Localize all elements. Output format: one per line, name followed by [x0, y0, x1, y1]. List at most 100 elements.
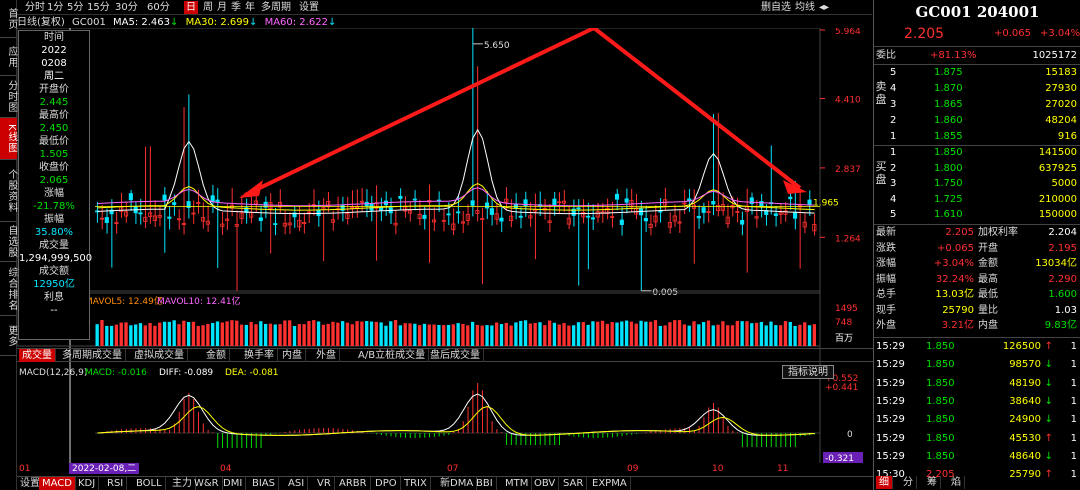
period-tab-4[interactable]: 30分: [113, 1, 140, 14]
panel-tab-0[interactable]: 细: [876, 476, 893, 489]
macd-axis-label: -0.321: [825, 454, 854, 464]
indicator-tab-1[interactable]: MACD: [39, 477, 76, 490]
volume-tab-7[interactable]: A/B立桩成交量: [355, 349, 430, 362]
volume-tab-5[interactable]: 内盘: [279, 349, 306, 362]
stat-label: 量比: [978, 304, 998, 316]
panel-tab-3[interactable]: 焰: [948, 476, 965, 489]
period-tab-8[interactable]: 月: [215, 1, 229, 14]
period-tab-12[interactable]: 设置: [297, 1, 321, 14]
left-tab-4[interactable]: 个股资料: [0, 160, 17, 222]
candle-body: [518, 215, 523, 218]
indicator-tab-9[interactable]: ASI: [285, 477, 309, 490]
level-num: 5: [890, 67, 897, 78]
left-tab-2[interactable]: 分时图: [0, 76, 17, 118]
period-tab-0[interactable]: 分时: [23, 1, 47, 14]
volume-bar: [432, 324, 436, 346]
period-tab-3[interactable]: 15分: [85, 1, 112, 14]
left-tab-6[interactable]: 综合排名: [0, 262, 17, 316]
tick-price: 1.850: [926, 359, 955, 371]
candle-body: [658, 210, 663, 213]
volume-tab-3[interactable]: 金额: [203, 349, 230, 362]
volume-bar: [687, 325, 691, 346]
period-tab-2[interactable]: 5分: [65, 1, 85, 14]
scroll-arrows-icon[interactable]: ◂▸: [817, 1, 831, 14]
indicator-tab-4[interactable]: BOLL: [133, 477, 166, 490]
stock-code: GC001: [72, 17, 106, 28]
volume-bar: [211, 322, 215, 346]
volume-bar: [701, 322, 706, 346]
ma60-value: MA60: 2.622: [264, 17, 328, 28]
volume-tab-4[interactable]: 换手率: [241, 349, 278, 362]
period-tab-5[interactable]: 60分: [145, 1, 172, 14]
stat-label: 现手: [876, 304, 896, 316]
kline-chart[interactable]: 5.9644.4102.8371.2645.6500.0051.965MAVOL…: [17, 28, 873, 488]
left-tab-7[interactable]: 更多: [0, 316, 17, 356]
volume-bar: [750, 323, 754, 346]
indicator-tab-12[interactable]: DPO: [372, 477, 401, 490]
volume-bar: [162, 321, 167, 346]
volume-bar: [485, 325, 489, 346]
indicator-tab-7[interactable]: DMI: [220, 477, 247, 490]
level-price: 1.870: [934, 83, 963, 94]
tick-price: 1.850: [926, 341, 955, 352]
quote-title: GC001 204001: [915, 3, 1040, 21]
candle-body: [701, 207, 706, 213]
candle-body: [484, 202, 490, 209]
indicator-tab-19[interactable]: EXPMA: [589, 477, 631, 490]
volume-tab-1[interactable]: 多周期成交量: [59, 349, 126, 362]
tick-count: 1: [1070, 359, 1077, 371]
indicator-tab-3[interactable]: RSI: [104, 477, 128, 490]
period-tab-9[interactable]: 季: [229, 1, 243, 14]
remove-watchlist-button[interactable]: 删自选: [759, 1, 793, 14]
mavol10-label: MAVOL10: 12.41亿: [157, 295, 241, 307]
level-volume: 15183: [1045, 67, 1077, 78]
volume-tab-6[interactable]: 外盘: [313, 349, 340, 362]
stat-label: 外盘: [876, 320, 896, 331]
panel-tab-1[interactable]: 分: [900, 476, 917, 489]
tick-price: 1.850: [926, 395, 955, 407]
volume-tab-8[interactable]: 盘后成交量: [427, 349, 484, 362]
indicator-tab-6[interactable]: W&R: [191, 477, 223, 490]
left-tab-5[interactable]: 自选股: [0, 222, 17, 262]
indicator-tab-18[interactable]: SAR: [560, 477, 588, 490]
period-tab-11[interactable]: 多周期: [259, 1, 293, 14]
indicator-tab-16[interactable]: MTM: [502, 477, 533, 490]
indicator-tab-8[interactable]: BIAS: [249, 477, 279, 490]
period-tab-6[interactable]: 日: [184, 1, 198, 14]
tick-volume: 98570: [1009, 359, 1041, 371]
indicator-tab-17[interactable]: OBV: [531, 477, 560, 490]
left-tab-1[interactable]: 应用: [0, 38, 17, 76]
info-label: 最低价: [39, 136, 69, 147]
tick-count: 1: [1070, 377, 1077, 389]
indicator-tab-2[interactable]: KDJ: [75, 477, 100, 490]
left-tab-3[interactable]: K线图: [0, 118, 17, 160]
down-arrow-icon: ↓: [1044, 414, 1053, 426]
period-tab-1[interactable]: 1分: [45, 1, 65, 14]
up-arrow-icon: ↑: [1044, 341, 1053, 352]
volume-bar: [451, 324, 455, 346]
indicator-help-button[interactable]: 指标说明: [782, 365, 834, 379]
ma-button[interactable]: 均线: [793, 1, 817, 14]
indicator-tab-15[interactable]: BBI: [473, 477, 497, 490]
candle-body: [624, 198, 629, 203]
indicator-tab-10[interactable]: VR: [314, 477, 335, 490]
indicator-tab-14[interactable]: 新DMA: [437, 477, 478, 490]
period-tab-7[interactable]: 周: [201, 1, 215, 14]
candle-body: [104, 217, 109, 223]
level-price: 1.875: [934, 67, 963, 78]
volume-bar: [393, 320, 398, 346]
panel-tab-2[interactable]: 筹: [924, 476, 941, 489]
indicator-tab-11[interactable]: ARBR: [336, 477, 371, 490]
volume-bar: [355, 321, 359, 346]
stat-value: 3.21亿: [941, 320, 974, 331]
tick-count: 1: [1070, 395, 1077, 407]
stat-value: 9.83亿: [1044, 320, 1077, 331]
indicator-tab-13[interactable]: TRIX: [401, 477, 431, 490]
volume-bar: [167, 321, 172, 346]
period-tab-10[interactable]: 年: [243, 1, 257, 14]
volume-tab-2[interactable]: 虚拟成交量: [131, 349, 188, 362]
volume-tab-0[interactable]: 成交量: [19, 349, 56, 362]
candle-body: [215, 199, 220, 203]
candle-body: [446, 213, 451, 216]
left-tab-0[interactable]: 首页: [0, 0, 17, 38]
